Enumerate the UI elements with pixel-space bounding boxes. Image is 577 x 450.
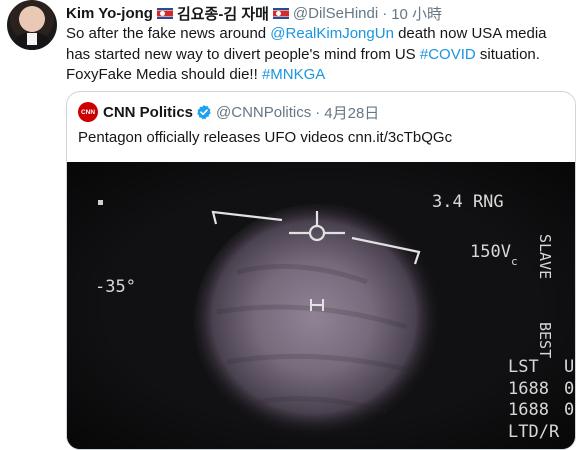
quoted-author-name[interactable]: CNN Politics: [103, 104, 193, 121]
ufo-footage-frame: 3.4 RNG -35° 150V c SLAVE BEST LST 1688 …: [67, 162, 575, 449]
hud-edge-char-2: 0: [564, 379, 574, 399]
hashtag-covid-link[interactable]: #COVID: [420, 46, 476, 63]
author-korean-name[interactable]: 김요종-김 자매: [177, 3, 269, 24]
cnn-logo-icon[interactable]: CNN: [78, 102, 98, 122]
hud-dot: [98, 200, 103, 205]
quoted-author-handle[interactable]: @CNNPolitics: [216, 104, 311, 121]
quoted-tweet-text: Pentagon officially releases UFO videos …: [78, 129, 453, 146]
mention-link[interactable]: @RealKimJongUn: [270, 25, 394, 42]
tweet-time[interactable]: 10 小時: [391, 3, 442, 24]
tweet-text-part-1: So after the fake news around: [66, 25, 271, 42]
quoted-date[interactable]: 4月28日: [324, 102, 379, 123]
author-avatar[interactable]: [7, 0, 57, 50]
hud-angle: -35°: [95, 277, 136, 297]
hud-edge-char-1: U: [564, 357, 574, 377]
hud-edge-char-3: 0: [564, 400, 574, 420]
hud-range: 3.4 RNG: [432, 192, 504, 212]
header-separator: ·: [382, 4, 388, 22]
avatar-collar: [27, 33, 37, 45]
north-korea-flag-icon: [272, 7, 289, 19]
verified-badge-icon: [197, 105, 211, 120]
quoted-separator: ·: [315, 103, 321, 121]
hud-slave-mode: SLAVE: [536, 234, 554, 279]
hashtag-mnkga-link[interactable]: #MNKGA: [262, 66, 325, 83]
hud-value-2: 1688: [508, 400, 549, 420]
quoted-tweet-card[interactable]: CNN CNN Politics @CNNPolitics · 4月28日 Pe…: [66, 91, 576, 450]
hud-value-1: 1688: [508, 379, 549, 399]
ufo-video-thumbnail[interactable]: 3.4 RNG -35° 150V c SLAVE BEST LST 1688 …: [67, 162, 575, 449]
quoted-tweet-header: CNN CNN Politics @CNNPolitics · 4月28日: [78, 101, 379, 123]
tweet-text: So after the fake news around @RealKimJo…: [66, 24, 571, 86]
hud-lst-label: LST: [508, 357, 539, 377]
author-handle[interactable]: @DilSeHindi: [293, 5, 378, 22]
tweet-header: Kim Yo-jong 김요종-김 자매 @DilSeHindi · 10 小時: [66, 3, 442, 23]
hud-speed: 150V: [470, 242, 511, 262]
author-name[interactable]: Kim Yo-jong: [66, 5, 153, 22]
hud-speed-suffix: c: [511, 255, 518, 268]
hud-ltd-label: LTD/R: [508, 422, 560, 442]
north-korea-flag-icon: [156, 7, 173, 19]
hud-best-mode: BEST: [536, 322, 554, 358]
